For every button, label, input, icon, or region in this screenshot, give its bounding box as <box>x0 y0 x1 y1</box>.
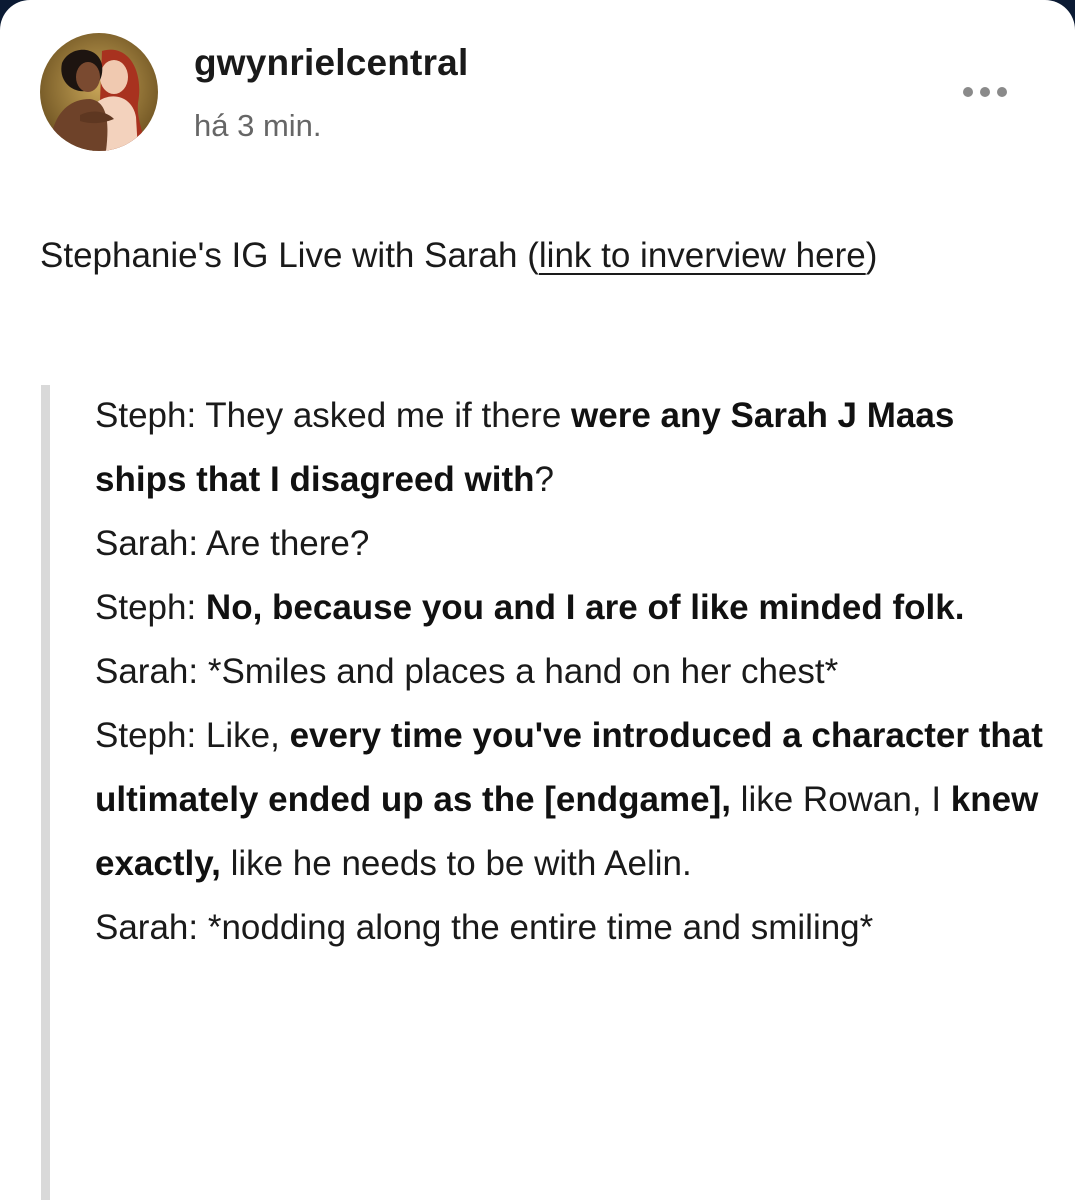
quote-text: Steph: Like, <box>95 716 290 755</box>
couple-portrait-avatar-icon <box>40 33 158 151</box>
quote-line: Sarah: Are there? <box>95 512 1055 576</box>
quote-text: Sarah: *Smiles and places a hand on her … <box>95 652 839 691</box>
more-options-icon <box>997 87 1007 97</box>
quote-text: like Rowan, I <box>730 780 951 819</box>
quote-line: Steph: No, because you and I are of like… <box>95 576 1055 640</box>
quote-line: Steph: Like, every time you've introduce… <box>95 704 1055 896</box>
quote-text: Sarah: Are there? <box>95 524 370 563</box>
quote-bold-text: No, because you and I are of like minded… <box>205 588 965 627</box>
intro-text-after: ) <box>865 236 878 275</box>
interview-link[interactable]: link to inverview here <box>539 236 866 275</box>
post-card: gwynrielcentral há 3 min. Stephanie's IG… <box>0 0 1075 1200</box>
blockquote: Steph: They asked me if there were any S… <box>95 384 1055 960</box>
more-options-icon <box>980 87 990 97</box>
more-options-button[interactable] <box>950 78 1020 106</box>
avatar[interactable] <box>40 33 158 151</box>
quote-text: Steph: They asked me if there <box>95 396 572 435</box>
quote-line: Sarah: *nodding along the entire time an… <box>95 896 1055 960</box>
quote-text: like he needs to be with Aelin. <box>220 844 692 883</box>
post-intro: Stephanie's IG Live with Sarah (link to … <box>40 224 1030 288</box>
quote-text: Steph: <box>95 588 206 627</box>
username[interactable]: gwynrielcentral <box>194 42 468 84</box>
quote-bar <box>41 385 50 1200</box>
quote-line: Sarah: *Smiles and places a hand on her … <box>95 640 1055 704</box>
intro-text-before: Stephanie's IG Live with Sarah ( <box>40 236 539 275</box>
quote-text: ? <box>534 460 554 499</box>
more-options-icon <box>963 87 973 97</box>
timestamp: há 3 min. <box>194 108 322 143</box>
quote-line: Steph: They asked me if there were any S… <box>95 384 1055 512</box>
quote-text: Sarah: *nodding along the entire time an… <box>95 908 874 947</box>
